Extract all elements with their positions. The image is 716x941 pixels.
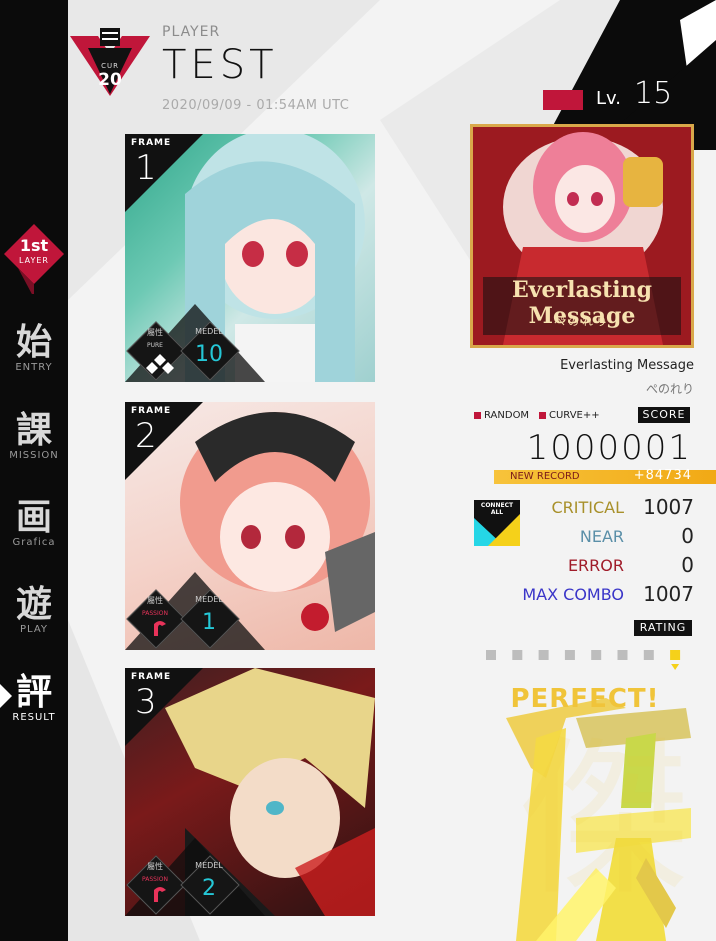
nav-item-mission[interactable]: 課 MISSION	[0, 410, 68, 462]
model-value: 2	[202, 876, 216, 901]
rating-step	[643, 650, 654, 660]
rating-step	[617, 650, 628, 660]
nav-item-label: RESULT	[12, 712, 56, 723]
frame-number: 1	[135, 148, 157, 188]
emblem-label: CUR	[101, 62, 119, 70]
level-prefix: Lv.	[596, 88, 622, 109]
connect-line2: ALL	[490, 509, 504, 516]
nav-item-play[interactable]: 遊 PLAY	[0, 584, 68, 636]
frame-label: FRAME	[131, 406, 172, 416]
pure-attribute-icon	[146, 354, 174, 374]
level-value: 15	[634, 76, 673, 111]
rating-scale	[484, 648, 694, 674]
model-label: MEDEL	[195, 595, 223, 604]
attribute-sub: PASSION	[142, 876, 168, 883]
modifier-random: RANDOM	[474, 410, 529, 421]
attribute-sub: PASSION	[142, 610, 168, 617]
model-value: 1	[202, 610, 216, 635]
jacket-artist: ぺのれり	[554, 315, 610, 328]
passion-attribute-icon	[154, 621, 166, 636]
score-label: SCORE	[638, 407, 690, 423]
score-value: 1000001	[526, 428, 692, 468]
nav-item-kanji: 始	[15, 321, 52, 363]
frame-number: 3	[135, 682, 157, 722]
modifier-random-label: RANDOM	[484, 410, 530, 421]
frame-card-1[interactable]: FRAME 1 屬性 PURE MEDEL 10	[125, 134, 375, 382]
song-jacket: Everlasting Message ぺのれり	[470, 124, 694, 348]
rating-step	[670, 650, 681, 660]
nav-item-kanji: 遊	[15, 583, 52, 625]
nav-item-label: Grafica	[12, 537, 56, 548]
rating-grade: PERFECT!	[510, 684, 660, 714]
attribute-label: 屬性	[147, 596, 163, 605]
modifier-marker-icon	[539, 411, 546, 419]
nav-item-kanji: 課	[15, 409, 52, 451]
model-label: MEDEL	[195, 327, 223, 336]
connect-all-badge: CONNECT ALL	[474, 500, 520, 546]
nav-item-grafica[interactable]: 画 Grafica	[0, 497, 68, 549]
frame-label: FRAME	[131, 672, 172, 682]
player-name: TEST	[162, 42, 278, 88]
player-emblem: CUR 20	[70, 24, 150, 104]
song-title: Everlasting Message	[560, 358, 694, 373]
layer-badge: 1st LAYER	[4, 224, 64, 294]
critical-label: CRITICAL	[551, 498, 624, 517]
frame-card-2[interactable]: FRAME 2 屬性 PASSION MEDEL 1	[125, 402, 375, 650]
rating-pointer-icon	[671, 664, 680, 670]
model-value: 10	[195, 342, 223, 367]
sidebar-nav: 1st LAYER 始 ENTRY 課 MISSION 画 Grafica 遊 …	[0, 0, 68, 941]
play-date: 2020/09/09 - 01:54AM UTC	[162, 98, 350, 113]
level-bar	[543, 90, 583, 110]
error-label: ERROR	[567, 556, 624, 575]
song-artist: ぺのれり	[645, 382, 694, 396]
rating-kanji: 傑	[520, 721, 691, 919]
rating-step	[591, 650, 602, 660]
rating-label: RATING	[634, 620, 692, 636]
emblem-value: 20	[98, 70, 122, 90]
nav-item-label: MISSION	[9, 450, 59, 461]
attribute-label: 屬性	[147, 862, 163, 871]
nav-item-entry[interactable]: 始 ENTRY	[0, 322, 68, 374]
nav-item-label: PLAY	[19, 624, 48, 635]
max-combo-label: MAX COMBO	[522, 585, 624, 604]
nav-item-label: ENTRY	[15, 362, 53, 373]
rating-step	[564, 650, 575, 660]
modifier-curve-label: CURVE++	[549, 410, 600, 421]
passion-attribute-icon	[154, 887, 166, 902]
error-value: 0	[681, 553, 694, 577]
rating-step	[486, 650, 496, 660]
score-delta: +84734	[633, 468, 692, 483]
near-label: NEAR	[579, 527, 624, 546]
frame-card-3[interactable]: FRAME 3 屬性 PASSION MEDEL 2	[125, 668, 375, 916]
critical-value: 1007	[643, 495, 694, 519]
max-combo-value: 1007	[643, 582, 694, 606]
attribute-label: 屬性	[147, 328, 163, 337]
modifier-marker-icon	[474, 411, 481, 419]
connect-line1: CONNECT	[480, 502, 514, 509]
player-label: PLAYER	[162, 24, 221, 40]
near-value: 0	[681, 524, 694, 548]
frame-number: 2	[135, 416, 157, 456]
model-label: MEDEL	[195, 861, 223, 870]
layer-label: LAYER	[19, 256, 49, 265]
rating-step	[538, 650, 549, 660]
nav-item-kanji: 画	[15, 496, 52, 538]
new-record-label: NEW RECORD	[510, 471, 580, 482]
modifier-curve: CURVE++	[539, 410, 600, 421]
frame-label: FRAME	[131, 138, 172, 148]
layer-number: 1st	[19, 236, 49, 255]
rating-step	[512, 650, 523, 660]
active-indicator-icon	[0, 684, 12, 708]
attribute-sub: PURE	[147, 342, 163, 349]
